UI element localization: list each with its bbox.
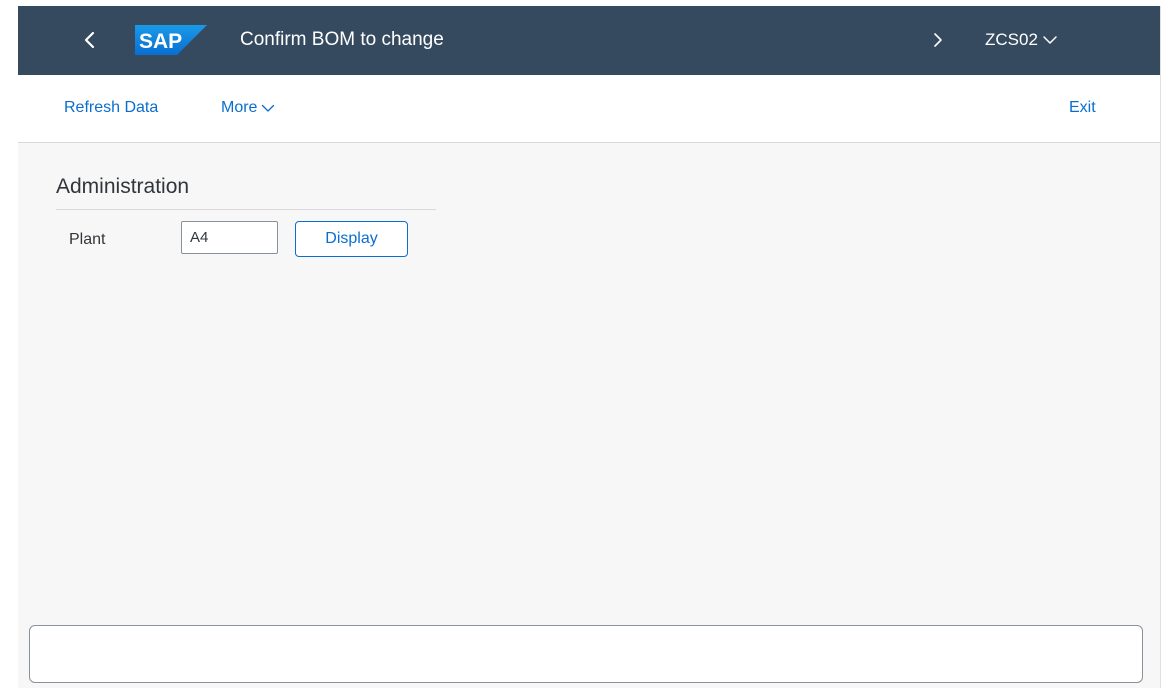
sap-logo: SAP bbox=[135, 25, 207, 55]
exit-label: Exit bbox=[1069, 99, 1096, 116]
exit-button[interactable]: Exit bbox=[1069, 98, 1096, 118]
plant-input[interactable] bbox=[181, 221, 278, 254]
back-icon[interactable] bbox=[76, 26, 104, 54]
status-bar bbox=[29, 625, 1143, 683]
more-menu-button[interactable]: More bbox=[221, 98, 275, 118]
app-window: SAP Confirm BOM to change ZCS02 Refresh … bbox=[18, 6, 1161, 688]
refresh-data-button[interactable]: Refresh Data bbox=[64, 98, 158, 118]
chevron-right-icon[interactable] bbox=[925, 27, 951, 53]
transaction-code-menu[interactable]: ZCS02 bbox=[985, 25, 1058, 55]
refresh-data-label: Refresh Data bbox=[64, 99, 159, 116]
display-button[interactable]: Display bbox=[295, 221, 408, 257]
section-divider bbox=[56, 209, 436, 210]
section-title: Administration bbox=[56, 175, 190, 198]
page-title: Confirm BOM to change bbox=[240, 29, 444, 50]
chevron-down-icon bbox=[262, 104, 275, 112]
transaction-code-label: ZCS02 bbox=[985, 30, 1038, 49]
chevron-down-icon bbox=[1043, 36, 1057, 44]
more-label: More bbox=[221, 99, 258, 116]
sap-logo-text: SAP bbox=[139, 30, 182, 53]
shell-header: SAP Confirm BOM to change ZCS02 bbox=[18, 6, 1160, 75]
plant-label: Plant bbox=[69, 231, 106, 248]
application-toolbar: Refresh Data More Exit bbox=[18, 75, 1160, 143]
